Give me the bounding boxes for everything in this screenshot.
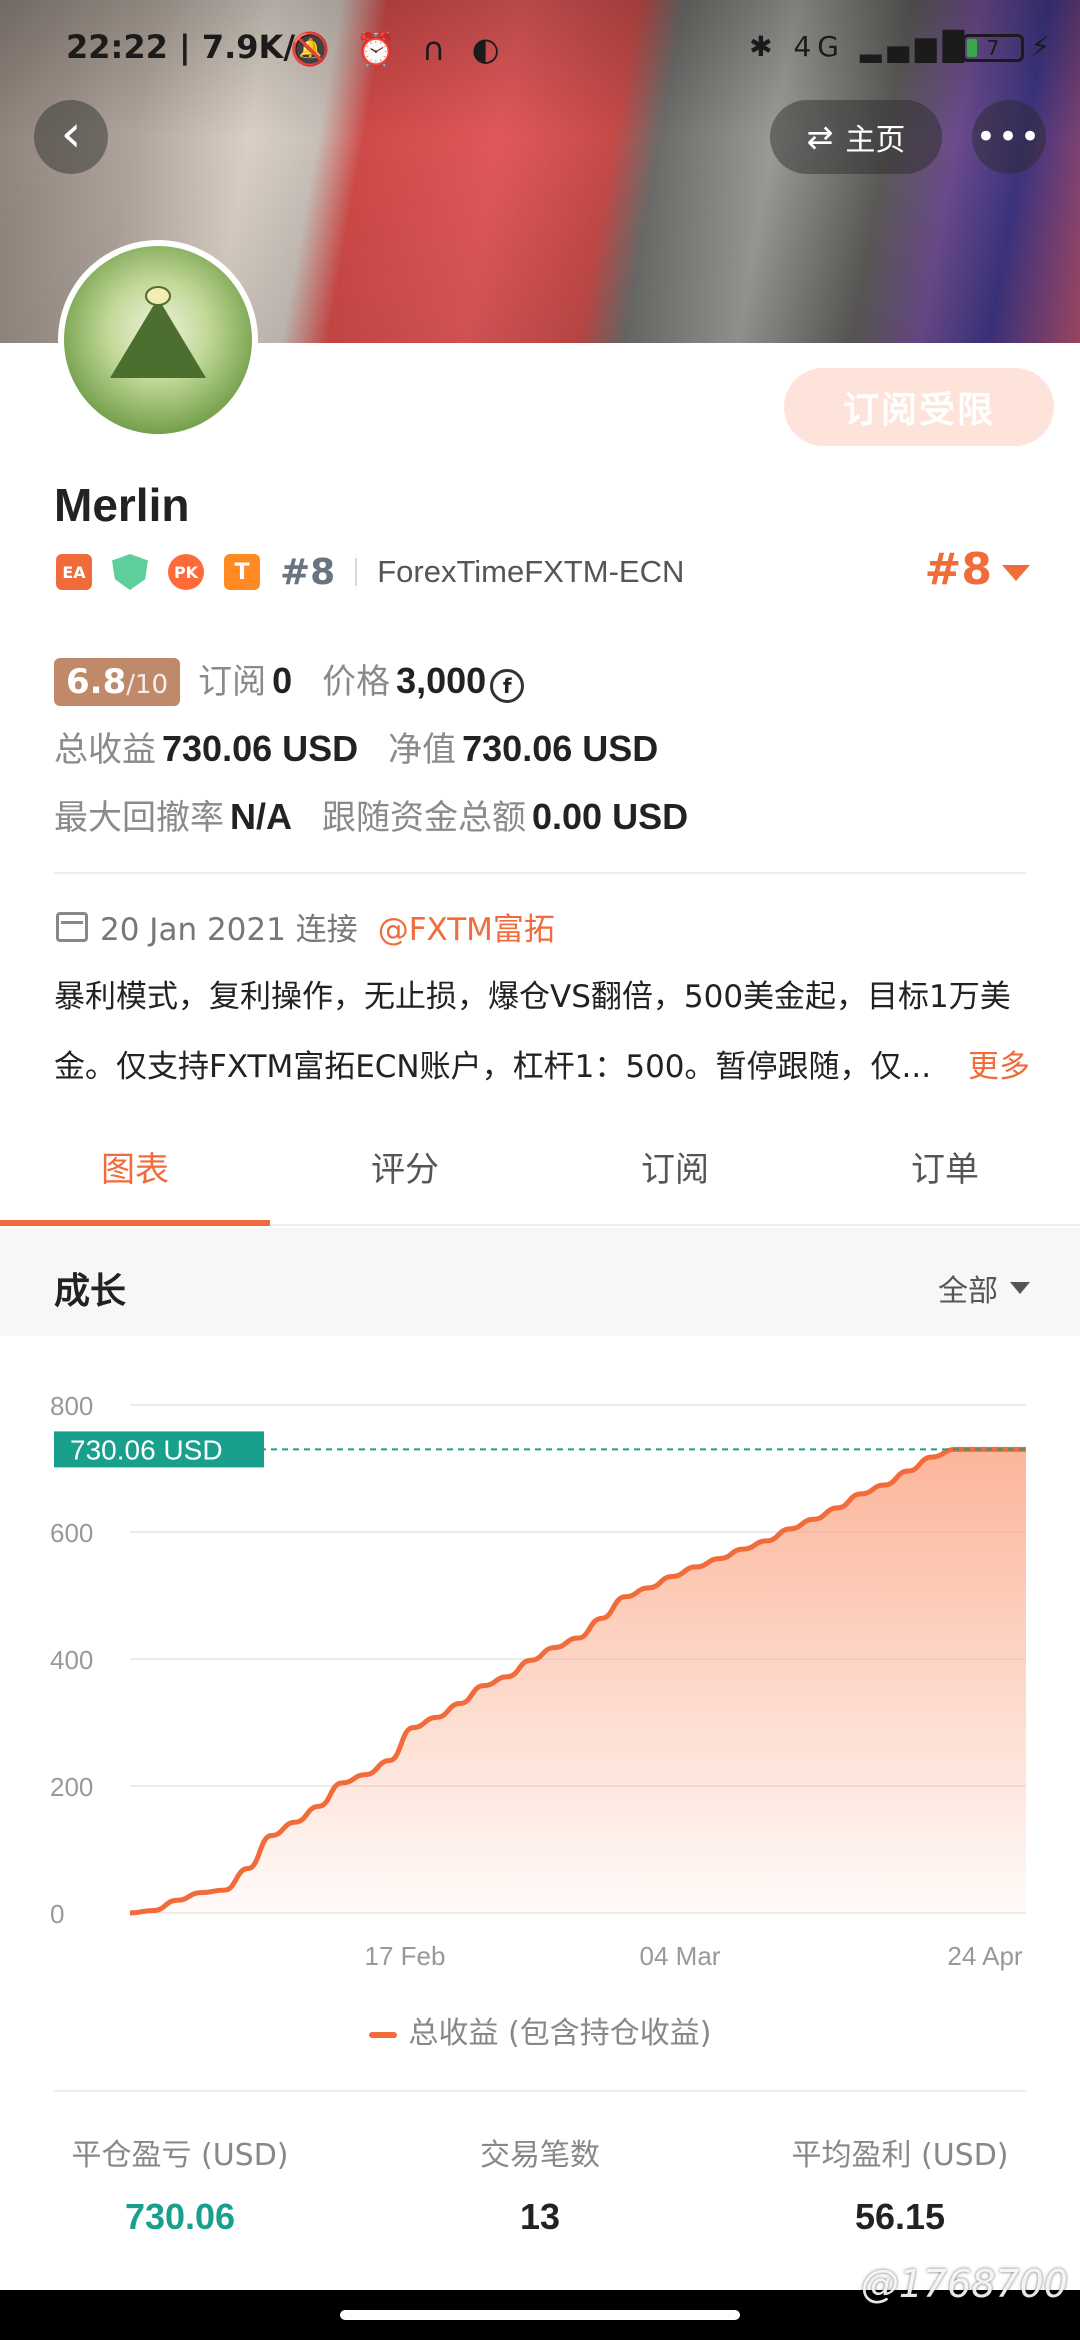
more-link[interactable]: 更多 [962,1032,1030,1102]
avg-profit-label: 平均盈利 (USD) [791,2138,1009,2173]
subscribe-limited-button[interactable]: 订阅受限 [784,368,1054,446]
x-tick-label: 04 Mar [640,1941,721,1971]
trade-count-label: 交易笔数 [480,2138,600,2173]
broker-name[interactable]: ForexTimeFXTM-ECN [377,554,684,590]
back-button[interactable]: ‹ [34,100,108,174]
avg-profit-value: 56.15 [854,2196,946,2237]
y-tick-label: 400 [50,1645,93,1675]
rank-dropdown-label: #8 [924,544,992,595]
trader-name: Merlin [54,479,190,531]
subscribe-count-label: 订阅 [198,662,267,702]
tab-subscription[interactable]: 订阅 [540,1122,810,1224]
tab-bar: 图表 评分 订阅 订单 [0,1122,1080,1226]
divider [54,872,1026,874]
home-button-label: 主页 [845,123,906,158]
more-menu-button[interactable]: ••• [972,100,1046,174]
trade-count-stat: 交易笔数 13 [360,2130,720,2238]
divider [355,558,358,586]
avatar[interactable] [58,240,258,440]
chevron-left-icon: ‹ [60,104,82,164]
net-value-value: 730.06 USD [462,728,659,769]
status-signal-icons: ✱ 4G ▂▄▆█ [749,30,970,63]
status-bar: 22:22 | 7.9K/s 🔕 ⏰ ∩ ◐ ✱ 4G ▂▄▆█ 7 ⚡ [0,0,1080,96]
avatar-image [64,246,252,434]
switch-icon: ⇄ [806,118,834,156]
total-profit-label: 总收益 [54,730,156,770]
tab-chart[interactable]: 图表 [0,1122,270,1226]
y-tick-label: 0 [50,1899,64,1929]
closed-pnl-value: 730.06 [124,2196,236,2237]
total-profit-value: 730.06 USD [162,728,359,769]
divider [54,2090,1026,2092]
broker-handle-link[interactable]: @FXTM富拓 [378,904,555,949]
badge-row: EA PK T #8 ForexTimeFXTM-ECN [56,548,684,596]
connect-date: 20 Jan 2021 连接 [100,912,358,948]
trade-count-value: 13 [519,2196,561,2237]
more-dots-icon: ••• [975,117,1043,157]
range-filter-dropdown[interactable]: 全部 [938,1266,1030,1310]
growth-chart[interactable]: 800 600 400 200 0 730.06 USD 17 Feb 04 Mar 24 Ap… [0,1360,1080,2060]
section-header-band [0,1228,1080,1336]
pk-badge-icon[interactable]: PK [168,554,204,590]
y-tick-label: 800 [50,1391,93,1421]
ea-badge-icon[interactable]: EA [56,554,92,590]
net-value-label: 净值 [388,730,457,770]
battery-icon: 7 [962,34,1024,62]
coin-icon: f [490,669,525,703]
section-title: 成长 [54,1271,127,1312]
closed-pnl-stat: 平仓盈亏 (USD) 730.06 [0,2130,360,2238]
max-drawdown-value: N/A [230,796,292,837]
subscribe-count-value: 0 [272,660,293,701]
status-notification-icons: 🔕 ⏰ ∩ ◐ [290,30,508,68]
triangle-down-icon [1002,564,1030,581]
tab-orders[interactable]: 订单 [810,1122,1080,1224]
legend-swatch [368,2031,397,2038]
chart-legend: 总收益 (包含持仓收益) [0,2008,1080,2052]
status-time: 22:22 | 7.9K/s [66,28,315,66]
connect-info: 20 Jan 2021 连接 @FXTM富拓 [56,904,555,949]
stats-block: 6.8/10 订阅 0 价格 3,000 f 总收益 730.06 USD 净值… [54,654,1034,858]
summary-stats: 平仓盈亏 (USD) 730.06 交易笔数 13 平均盈利 (USD) 56.… [0,2130,1080,2238]
eye-icon [145,286,171,306]
description-line-2: 金。仅支持FXTM富拓ECN账户，杠杆1：500。暂停跟随，仅... [54,1049,932,1085]
home-gesture-bar[interactable] [340,2310,740,2320]
home-button[interactable]: ⇄ 主页 [770,100,942,174]
rank-label: #8 [280,551,336,593]
follow-funds-label: 跟随资金总额 [322,798,526,838]
price-label: 价格 [322,662,391,702]
strategy-description: 暴利模式，复利操作，无止损，爆仓VS翻倍，500美金起，目标1万美 金。仅支持F… [54,962,1034,1102]
stats-row-1: 6.8/10 订阅 0 价格 3,000 f [54,654,1034,722]
closed-pnl-label: 平仓盈亏 (USD) [71,2138,289,2173]
description-line-1: 暴利模式，复利操作，无止损，爆仓VS翻倍，500美金起，目标1万美 [54,979,1011,1015]
watermark: @1768700 [860,2262,1068,2306]
stats-row-3: 最大回撤率 N/A 跟随资金总额 0.00 USD [54,790,1034,858]
stats-row-2: 总收益 730.06 USD 净值 730.06 USD [54,722,1034,790]
pyramid-icon [110,298,206,378]
triangle-down-icon [1010,1282,1030,1294]
tab-rating[interactable]: 评分 [270,1122,540,1224]
max-drawdown-label: 最大回撤率 [54,798,224,838]
verified-shield-icon[interactable] [112,554,148,590]
range-filter-label: 全部 [938,1274,998,1309]
legend-label: 总收益 (包含持仓收益) [408,2016,712,2051]
y-tick-label: 200 [50,1772,93,1802]
calendar-icon [56,911,88,942]
y-tick-label: 600 [50,1518,93,1548]
avg-profit-stat: 平均盈利 (USD) 56.15 [720,2130,1080,2238]
current-value-label: 730.06 USD [70,1434,223,1465]
t-badge-icon[interactable]: T [224,554,260,590]
charging-icon: ⚡ [1030,30,1050,63]
x-tick-label: 24 Apr [947,1941,1023,1971]
price-value: 3,000 [396,660,487,701]
follow-funds-value: 0.00 USD [532,796,689,837]
score-badge: 6.8/10 [54,658,181,706]
x-tick-label: 17 Feb [365,1941,446,1971]
rank-dropdown[interactable]: #8 [925,544,1030,595]
